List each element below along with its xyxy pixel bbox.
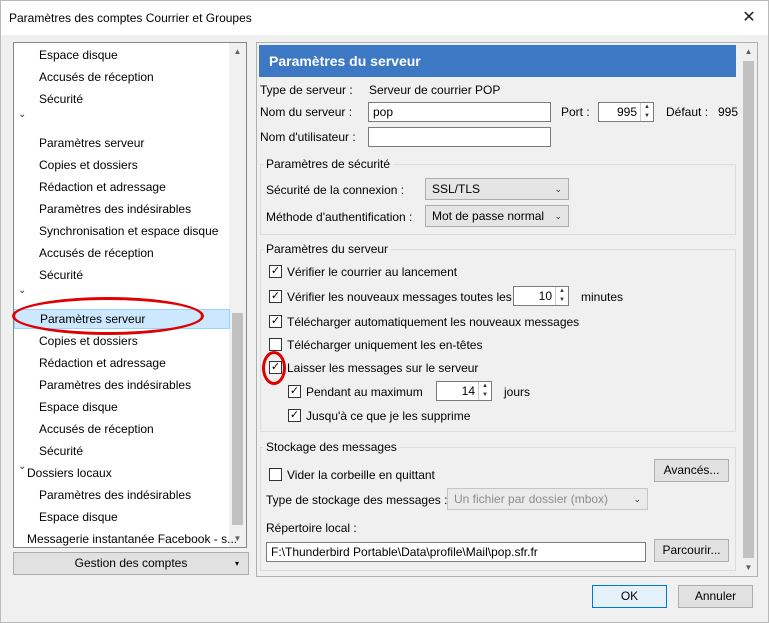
default-label: Défaut : — [666, 105, 709, 119]
auto-download-label: Télécharger automatiquement les nouveaux… — [287, 315, 580, 329]
tree-item[interactable]: Dossiers locaux — [14, 463, 228, 483]
headers-only-checkbox[interactable] — [269, 338, 282, 351]
scroll-up-icon[interactable]: ▲ — [229, 43, 246, 60]
days-label: jours — [504, 385, 531, 399]
expand-chevron-icon[interactable]: ⌄ — [18, 461, 26, 472]
panel-scroll-thumb[interactable] — [743, 61, 754, 558]
port-value: 995 — [616, 105, 637, 119]
check-every-checkbox[interactable]: ✓ — [269, 290, 282, 303]
tree-item[interactable]: Espace disque — [14, 45, 228, 65]
server-type-label: Type de serveur : — [260, 83, 353, 97]
expand-chevron-icon[interactable]: ⌄ — [18, 109, 26, 120]
store-type-value: Un fichier par dossier (mbox) — [454, 492, 609, 506]
browse-button[interactable]: Parcourir... — [654, 539, 729, 562]
tree-item[interactable] — [14, 111, 228, 131]
annotation-ellipse-tree — [12, 297, 204, 335]
account-settings-window: Paramètres des comptes Courrier et Group… — [0, 0, 769, 623]
account-actions-button[interactable]: Gestion des comptes ▾ — [13, 552, 249, 575]
headers-only-label: Télécharger uniquement les en-têtes — [287, 338, 483, 352]
ok-button[interactable]: OK — [592, 585, 667, 608]
tree-scroll-thumb[interactable] — [232, 313, 243, 525]
auth-method-select[interactable]: Mot de passe normal ⌄ — [425, 205, 569, 227]
tree-item[interactable]: Accusés de réception — [14, 243, 228, 263]
close-icon[interactable]: ✕ — [738, 7, 760, 29]
chevron-down-icon: ⌄ — [633, 494, 641, 504]
dropdown-caret-icon: ▾ — [234, 559, 239, 568]
tree-item[interactable]: Copies et dossiers — [14, 155, 228, 175]
tree-item[interactable]: Paramètres serveur — [14, 133, 228, 153]
expand-chevron-icon[interactable]: ⌄ — [18, 285, 26, 296]
tree-scrollbar[interactable]: ▲ ▼ — [229, 43, 246, 547]
advanced-button[interactable]: Avancés... — [654, 459, 729, 482]
tree-item[interactable]: Sécurité — [14, 89, 228, 109]
connection-security-label: Sécurité de la connexion : — [266, 183, 405, 197]
window-title: Paramètres des comptes Courrier et Group… — [9, 11, 252, 25]
tree-item[interactable]: Sécurité — [14, 441, 228, 461]
tree-item[interactable]: Paramètres des indésirables — [14, 485, 228, 505]
until-delete-label: Jusqu'à ce que je les supprime — [306, 409, 471, 423]
tree-item[interactable]: Paramètres des indésirables — [14, 375, 228, 395]
server-name-label: Nom du serveur : — [260, 105, 353, 119]
server-name-input[interactable]: pop — [368, 102, 551, 122]
tree-item[interactable]: Accusés de réception — [14, 67, 228, 87]
tree-item[interactable]: Paramètres des indésirables — [14, 199, 228, 219]
max-days-value: 14 — [461, 384, 475, 398]
connection-security-value: SSL/TLS — [432, 182, 481, 196]
panel-header: Paramètres du serveur — [259, 45, 736, 77]
cancel-button[interactable]: Annuler — [678, 585, 753, 608]
until-delete-checkbox[interactable]: ✓ — [288, 409, 301, 422]
annotation-ellipse-checkbox — [262, 351, 286, 385]
max-days-checkbox[interactable]: ✓ — [288, 385, 301, 398]
auth-method-label: Méthode d'authentification : — [266, 210, 413, 224]
username-input[interactable] — [368, 127, 551, 147]
tree-item[interactable]: Synchronisation et espace disque — [14, 221, 228, 241]
storage-group-title: Stockage des messages — [263, 440, 400, 454]
account-tree[interactable]: ▲ ▼ Espace disque Accusés de réception Séc… — [13, 42, 247, 548]
tree-item[interactable]: Rédaction et adressage — [14, 353, 228, 373]
minutes-label: minutes — [581, 290, 624, 304]
check-on-start-label: Vérifier le courrier au lancement — [287, 265, 458, 279]
store-type-select[interactable]: Un fichier par dossier (mbox) ⌄ — [447, 488, 648, 510]
server-type-value: Serveur de courrier POP — [369, 83, 501, 97]
empty-trash-checkbox[interactable] — [269, 468, 282, 481]
panel-scrollbar[interactable]: ▲ ▼ — [740, 43, 757, 576]
auth-method-value: Mot de passe normal — [432, 209, 545, 223]
store-type-label: Type de stockage des messages : — [266, 493, 448, 507]
check-interval-spinner[interactable]: 10 ▲ ▼ — [513, 286, 569, 306]
username-label: Nom d'utilisateur : — [260, 130, 356, 144]
check-every-label: Vérifier les nouveaux messages toutes le… — [287, 290, 512, 304]
settings-panel: Paramètres du serveur ▲ ▼ Type de serveu… — [256, 42, 758, 577]
title-bar: Paramètres des comptes Courrier et Group… — [1, 1, 768, 35]
tree-item[interactable]: Sécurité — [14, 265, 228, 285]
spinner-arrows-icon[interactable]: ▲ ▼ — [640, 103, 653, 121]
scroll-down-icon[interactable]: ▼ — [740, 559, 757, 576]
tree-item[interactable]: Accusés de réception — [14, 419, 228, 439]
check-interval-value: 10 — [538, 289, 552, 303]
tree-item[interactable]: Espace disque — [14, 397, 228, 417]
account-actions-label: Gestion des comptes — [74, 556, 188, 570]
security-group-title: Paramètres de sécurité — [263, 157, 394, 171]
chevron-down-icon: ⌄ — [554, 211, 562, 221]
port-label: Port : — [561, 105, 590, 119]
check-on-start-checkbox[interactable]: ✓ — [269, 265, 282, 278]
scroll-up-icon[interactable]: ▲ — [740, 43, 757, 60]
spinner-arrows-icon[interactable]: ▲ ▼ — [478, 382, 491, 400]
spinner-arrows-icon[interactable]: ▲ ▼ — [555, 287, 568, 305]
tree-item[interactable]: Espace disque — [14, 507, 228, 527]
max-days-spinner[interactable]: 14 ▲ ▼ — [436, 381, 492, 401]
default-value: 995 — [718, 105, 739, 119]
local-dir-input[interactable]: F:\Thunderbird Portable\Data\profile\Mai… — [266, 542, 646, 562]
max-days-label: Pendant au maximum — [306, 385, 423, 399]
tree-item[interactable]: Rédaction et adressage — [14, 177, 228, 197]
empty-trash-label: Vider la corbeille en quittant — [287, 468, 435, 482]
server-settings-group-title: Paramètres du serveur — [263, 242, 392, 256]
auto-download-checkbox[interactable]: ✓ — [269, 315, 282, 328]
chevron-down-icon: ⌄ — [554, 184, 562, 194]
connection-security-select[interactable]: SSL/TLS ⌄ — [425, 178, 569, 200]
tree-item[interactable]: Messagerie instantanée Facebook - s... — [14, 529, 237, 547]
local-dir-label: Répertoire local : — [266, 521, 357, 535]
port-spinner[interactable]: 995 ▲ ▼ — [598, 102, 654, 122]
leave-on-server-label: Laisser les messages sur le serveur — [287, 361, 479, 375]
